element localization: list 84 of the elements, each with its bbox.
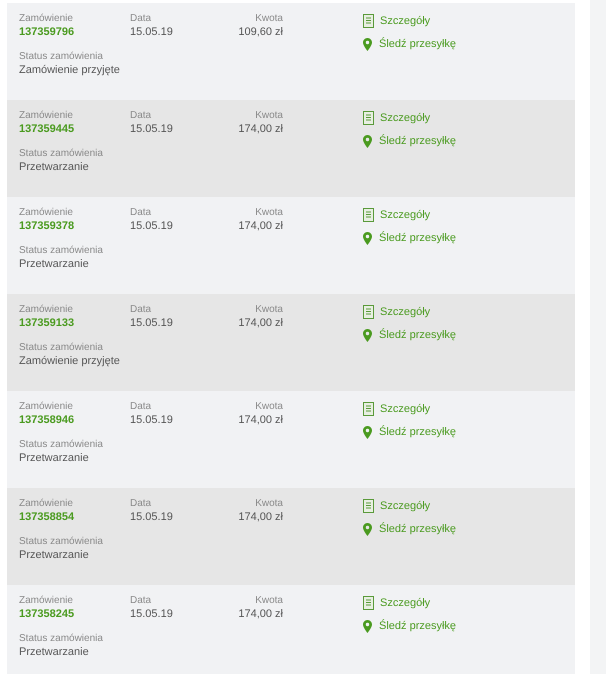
order-number-link[interactable]: 137358946 (19, 413, 74, 428)
document-icon (363, 499, 374, 513)
location-pin-icon (363, 38, 372, 50)
field-label: Data (130, 595, 152, 607)
field-label: Status zamówienia (19, 536, 104, 548)
field-label: Zamówienie (19, 498, 74, 510)
order-amount: 174,00 zł (238, 510, 283, 525)
field-label: Zamówienie (19, 304, 74, 316)
order-status: Przetwarzanie (19, 257, 90, 272)
field-label: Kwota (255, 498, 283, 510)
order-amount: 109,60 zł (238, 25, 283, 40)
document-icon (363, 208, 374, 222)
details-link[interactable]: Szczegóły (380, 111, 430, 125)
order-date: 15.05.19 (130, 122, 173, 137)
order-date: 15.05.19 (130, 25, 173, 40)
order-number-link[interactable]: 137359378 (19, 219, 74, 234)
track-shipment-link[interactable]: Śledź przesyłkę (379, 619, 456, 633)
track-shipment-link[interactable]: Śledź przesyłkę (379, 425, 456, 439)
field-label: Zamówienie (19, 110, 74, 122)
details-link[interactable]: Szczegóły (380, 499, 430, 513)
order-date: 15.05.19 (130, 607, 173, 622)
location-pin-icon (363, 620, 372, 632)
details-link[interactable]: Szczegóły (380, 305, 430, 319)
order-status: Przetwarzanie (19, 451, 90, 466)
location-pin-icon (363, 426, 372, 438)
order-number-link[interactable]: 137359445 (19, 122, 74, 137)
document-icon (363, 14, 374, 28)
location-pin-icon (363, 134, 372, 148)
order-amount: 174,00 zł (238, 413, 283, 428)
field-label: Status zamówienia (19, 245, 104, 257)
details-link[interactable]: Szczegóły (380, 14, 430, 28)
location-pin-icon (363, 232, 372, 244)
field-label: Data (130, 207, 152, 219)
order-date: 15.05.19 (130, 510, 173, 525)
field-label: Status zamówienia (19, 51, 104, 63)
track-shipment-link[interactable]: Śledź przesyłkę (379, 134, 456, 148)
order-number-link[interactable]: 137359796 (19, 25, 74, 40)
track-shipment-link[interactable]: Śledź przesyłkę (379, 231, 456, 245)
field-label: Kwota (255, 401, 283, 413)
field-label: Data (130, 304, 152, 316)
field-label: Zamówienie (19, 13, 74, 25)
details-link[interactable]: Szczegóły (380, 596, 430, 610)
order-status: Przetwarzanie (19, 548, 90, 563)
order-date: 15.05.19 (130, 316, 173, 331)
field-label: Zamówienie (19, 401, 74, 413)
track-shipment-link[interactable]: Śledź przesyłkę (379, 328, 456, 342)
order-amount: 174,00 zł (238, 316, 283, 331)
field-label: Kwota (255, 13, 283, 25)
field-label: Status zamówienia (19, 148, 104, 160)
field-label: Data (130, 498, 152, 510)
order-status: Zamówienie przyjęte (19, 354, 121, 369)
field-label: Kwota (255, 207, 283, 219)
document-icon (363, 402, 374, 416)
order-status: Przetwarzanie (19, 645, 90, 660)
track-shipment-link[interactable]: Śledź przesyłkę (379, 522, 456, 536)
field-label: Zamówienie (19, 595, 74, 607)
field-label: Zamówienie (19, 207, 74, 219)
order-date: 15.05.19 (130, 413, 173, 428)
order-amount: 174,00 zł (238, 219, 283, 234)
field-label: Kwota (255, 110, 283, 122)
order-status: Przetwarzanie (19, 160, 90, 175)
field-label: Kwota (255, 595, 283, 607)
document-icon (363, 305, 374, 319)
field-label: Data (130, 13, 152, 25)
field-label: Kwota (255, 304, 283, 316)
order-amount: 174,00 zł (238, 607, 283, 622)
location-pin-icon (363, 522, 372, 536)
order-number-link[interactable]: 137358245 (19, 607, 74, 622)
details-link[interactable]: Szczegóły (380, 208, 430, 222)
document-icon (363, 111, 374, 125)
track-shipment-link[interactable]: Śledź przesyłkę (379, 37, 456, 51)
location-pin-icon (363, 328, 372, 342)
field-label: Status zamówienia (19, 633, 104, 645)
order-date: 15.05.19 (130, 219, 173, 234)
field-label: Status zamówienia (19, 439, 104, 451)
field-label: Data (130, 110, 152, 122)
document-icon (363, 596, 374, 610)
order-number-link[interactable]: 137358854 (19, 510, 74, 525)
order-amount: 174,00 zł (238, 122, 283, 137)
field-label: Data (130, 401, 152, 413)
order-number-link[interactable]: 137359133 (19, 316, 74, 331)
details-link[interactable]: Szczegóły (380, 402, 430, 416)
field-label: Status zamówienia (19, 342, 104, 354)
order-status: Zamówienie przyjęte (19, 63, 121, 78)
